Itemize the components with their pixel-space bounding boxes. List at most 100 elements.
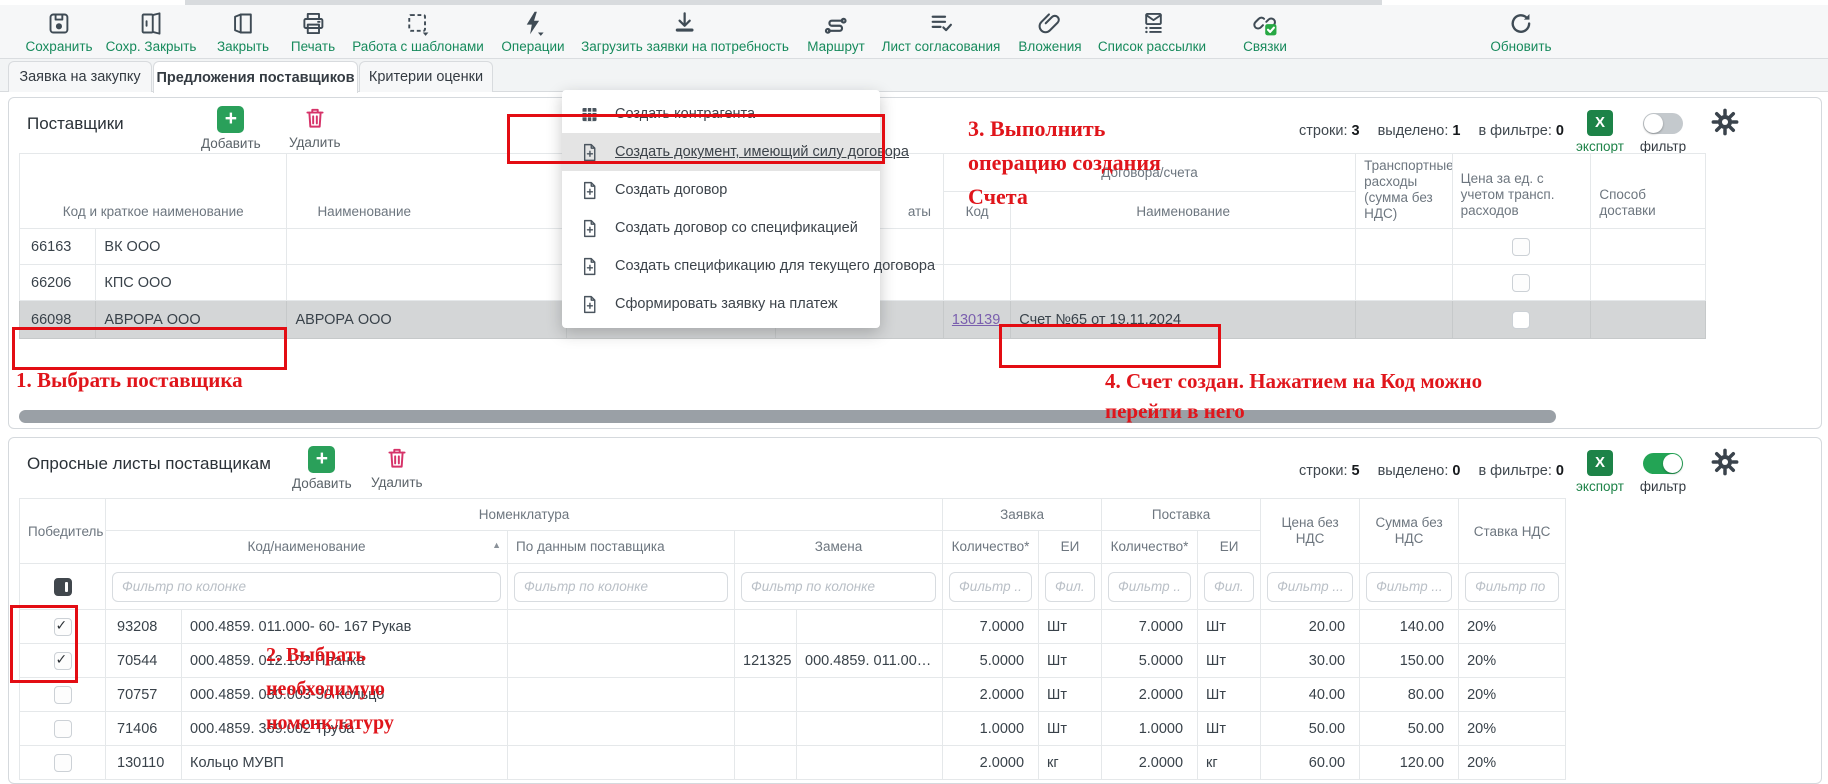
- gear-icon[interactable]: [1711, 108, 1739, 141]
- templates-icon: [405, 10, 432, 37]
- filter-input-req-quantity[interactable]: [949, 572, 1032, 602]
- col-header-sup-quantity[interactable]: Количество*: [1102, 531, 1198, 564]
- approval-sheet-button[interactable]: Лист согласования: [882, 10, 1001, 54]
- add-supplier-button[interactable]: + Добавить: [201, 106, 261, 151]
- winner-checkbox[interactable]: [54, 754, 72, 772]
- col-group-supply: Поставка: [1102, 499, 1261, 531]
- operations-button[interactable]: Операции: [501, 10, 564, 54]
- document-plus-icon: [579, 256, 600, 277]
- tab-purchase-request[interactable]: Заявка на закупку: [8, 61, 152, 92]
- winner-checkbox[interactable]: [54, 720, 72, 738]
- filter-input-req-unit[interactable]: [1045, 572, 1095, 602]
- links-button[interactable]: Связки: [1243, 10, 1287, 54]
- nomenclature-row[interactable]: 70757 000.4859. 080.003-50 Кольцо 2.0000…: [20, 678, 1566, 712]
- export-label: экспорт: [1570, 479, 1630, 494]
- col-header-vat-rate[interactable]: Ставка НДС: [1459, 499, 1566, 564]
- trash-icon: [384, 445, 410, 472]
- excel-export-icon[interactable]: X: [1587, 110, 1613, 136]
- delete-sheet-button[interactable]: Удалить: [371, 445, 423, 490]
- filter-input-sup-quantity[interactable]: [1108, 572, 1191, 602]
- col-header-req-quantity[interactable]: Количество*: [943, 531, 1039, 564]
- tab-supplier-proposals[interactable]: Предложения поставщиков: [153, 61, 358, 93]
- col-header-price-no-vat[interactable]: Цена без НДС: [1261, 499, 1360, 564]
- annotation-step4: 4. Счет создан. Нажатием на Код можно пе…: [1105, 366, 1482, 426]
- templates-button[interactable]: Работа с шаблонами: [352, 10, 484, 54]
- plus-icon: +: [308, 446, 335, 473]
- save-close-button[interactable]: Сохр. Закрыть: [106, 10, 197, 54]
- filter-input-vat[interactable]: [1465, 572, 1559, 602]
- refresh-icon: [1507, 10, 1534, 37]
- menu-item-create-contract-with-spec[interactable]: Создать договор со спецификацией: [562, 209, 880, 247]
- route-button[interactable]: Маршрут: [807, 10, 865, 54]
- download-icon: [672, 10, 699, 37]
- filter-input-replacement[interactable]: [741, 572, 936, 602]
- load-demand-requests-button[interactable]: Загрузить заявки на потребность: [581, 10, 789, 54]
- col-group-request: Заявка: [943, 499, 1102, 531]
- filter-input-price[interactable]: [1267, 572, 1353, 602]
- sort-asc-icon: ▲: [492, 540, 501, 550]
- nomenclature-row[interactable]: 93208 000.4859. 011.000- 60- 167 Рукав 7…: [20, 610, 1566, 644]
- transport-included-checkbox[interactable]: [1512, 311, 1530, 329]
- add-sheet-button[interactable]: + Добавить: [292, 446, 352, 491]
- annotation-step2: 2. Выбрать необходимую номенклатуру: [266, 638, 394, 740]
- transport-included-checkbox[interactable]: [1512, 238, 1530, 256]
- save-button[interactable]: Сохранить: [25, 10, 92, 54]
- nomenclature-row[interactable]: 130110 Кольцо МУВП 2.0000 кг 2.0000 кг 6…: [20, 746, 1566, 780]
- filter-input-sup-unit[interactable]: [1204, 572, 1254, 602]
- filter-input-sum[interactable]: [1366, 572, 1452, 602]
- attachments-button[interactable]: Вложения: [1018, 10, 1081, 54]
- filtered-count: в фильтре:0: [1478, 463, 1564, 479]
- refresh-button[interactable]: Обновить: [1490, 10, 1551, 54]
- select-all-checkbox[interactable]: [54, 578, 72, 596]
- nomenclature-row[interactable]: 70544 000.4859. 012.103 Планка 121325 00…: [20, 644, 1566, 678]
- excel-export-icon[interactable]: X: [1587, 450, 1613, 476]
- toggle-knob: [1644, 114, 1663, 133]
- menu-item-create-spec-current-contract[interactable]: Создать спецификацию для текущего догово…: [562, 247, 880, 285]
- mailing-list-button[interactable]: Список рассылки: [1098, 10, 1206, 54]
- tab-evaluation-criteria[interactable]: Критерии оценки: [359, 61, 493, 92]
- winner-checkbox[interactable]: [54, 652, 72, 670]
- transport-included-checkbox[interactable]: [1512, 274, 1530, 292]
- filter-row: [20, 564, 1566, 610]
- col-header-replacement[interactable]: Замена: [735, 531, 943, 564]
- winner-checkbox[interactable]: [54, 618, 72, 636]
- menu-item-create-contract[interactable]: Создать договор: [562, 171, 880, 209]
- main-toolbar: Сохранить Сохр. Закрыть Закрыть Печать Р…: [0, 5, 1828, 59]
- print-icon: [299, 10, 326, 37]
- filter-input-code-name[interactable]: [112, 572, 501, 602]
- filtered-count: в фильтре:0: [1478, 123, 1564, 139]
- filter-input-supplier-data[interactable]: [514, 572, 728, 602]
- document-tabbar: Заявка на закупку Предложения поставщико…: [0, 59, 1828, 92]
- winner-checkbox[interactable]: [54, 686, 72, 704]
- filter-toggle-on[interactable]: [1643, 453, 1683, 474]
- route-icon: [822, 10, 849, 37]
- col-header-delivery[interactable]: Способ доставки: [1591, 154, 1706, 229]
- nomenclature-row[interactable]: 71406 000.4859. 369.002 Труба 1.0000 Шт …: [20, 712, 1566, 746]
- rows-count: строки:5: [1299, 463, 1360, 479]
- document-plus-icon: [579, 180, 600, 201]
- col-header-name[interactable]: Наименование: [287, 154, 566, 229]
- col-header-supplier-data[interactable]: По данным поставщика: [508, 531, 735, 564]
- suppliers-panel-title: Поставщики: [27, 114, 124, 134]
- col-header-unit-price[interactable]: Цена за ед. с учетом трансп. расходов: [1452, 154, 1591, 229]
- col-header-code-name[interactable]: Код/наименование▲: [106, 531, 508, 564]
- close-button[interactable]: Закрыть: [217, 10, 269, 54]
- questionnaire-panel-title: Опросные листы поставщикам: [27, 454, 271, 474]
- menu-item-create-contract-force-document[interactable]: Создать документ, имеющий силу договора: [562, 133, 880, 171]
- close-icon: [230, 10, 257, 37]
- operations-dropdown-menu: Создать контрагента Создать документ, им…: [562, 90, 880, 328]
- col-header-req-unit[interactable]: ЕИ: [1039, 531, 1102, 564]
- menu-item-create-counterparty[interactable]: Создать контрагента: [562, 95, 880, 133]
- gear-icon[interactable]: [1711, 448, 1739, 481]
- col-header-sum-no-vat[interactable]: Сумма без НДС: [1360, 499, 1459, 564]
- annotation-step1: 1. Выбрать поставщика: [16, 368, 243, 393]
- filter-toggle[interactable]: [1643, 113, 1683, 134]
- col-header-sup-unit[interactable]: ЕИ: [1198, 531, 1261, 564]
- invoice-code-link[interactable]: 130139: [952, 312, 1000, 328]
- col-header-code-short-name[interactable]: Код и краткое наименование: [20, 154, 287, 229]
- document-plus-icon: [579, 218, 600, 239]
- col-header-transport[interactable]: Транспортные расходы (сумма без НДС): [1356, 154, 1453, 229]
- print-button[interactable]: Печать: [291, 10, 335, 54]
- menu-item-create-payment-request[interactable]: Сформировать заявку на платеж: [562, 285, 880, 323]
- delete-supplier-button[interactable]: Удалить: [289, 105, 341, 150]
